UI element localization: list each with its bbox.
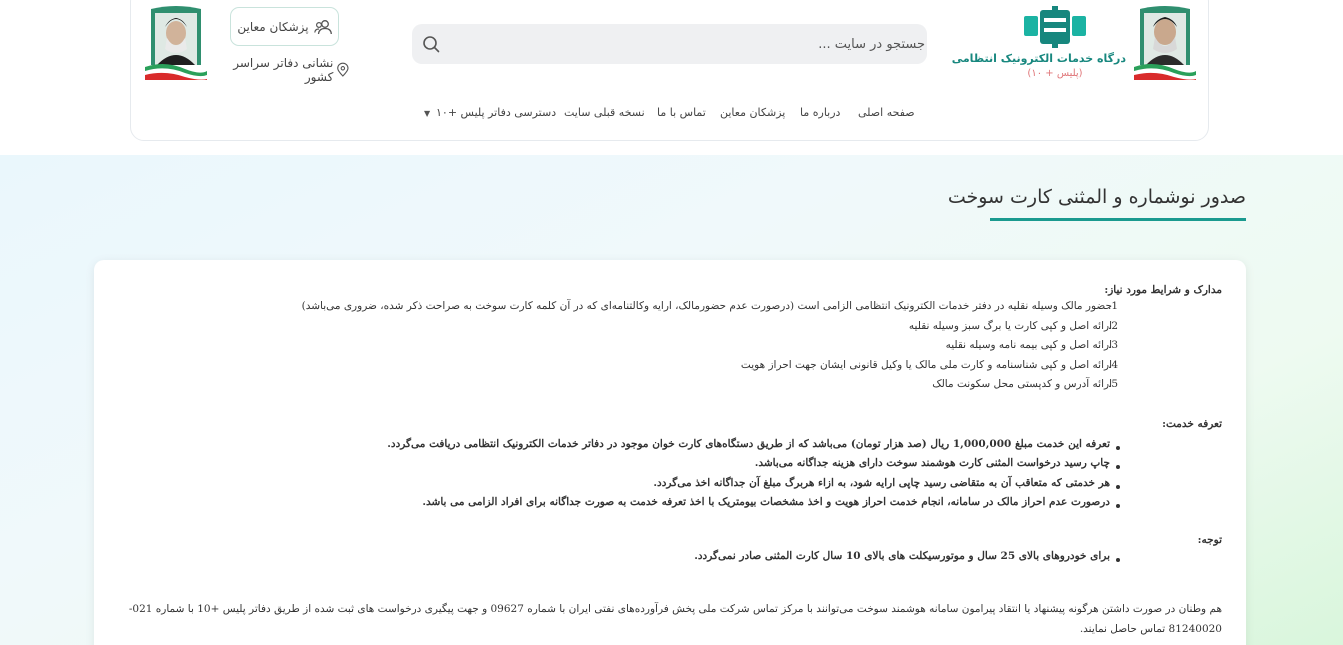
nav-about[interactable]: درباره ما [800,106,840,119]
tariff-section: تعرفه خدمت: تعرفه این خدمت مبلغ 1,000,00… [112,418,1222,516]
title-underline [990,218,1246,221]
location-pin-icon [337,62,349,77]
tariff-title: تعرفه خدمت: [1162,417,1222,430]
users-icon [313,19,332,34]
offices-link-label: نشانی دفاتر سراسر کشور [233,56,334,84]
list-item: درصورت عدم احراز مالک در سامانه، انجام خ… [112,496,1222,516]
search-bar [412,24,927,64]
list-item: 2. ارائه اصل و کپی کارت یا برگ سبز وسیله … [908,319,1118,332]
note-section: توجه: برای خودروهای بالای 25 سال و موتور… [112,534,1222,570]
brand-title: درگاه خدمات الکترونیک انتظامی [951,52,1126,65]
nav-old-site[interactable]: نسخه قبلی سایت [564,106,645,119]
list-item: چاپ رسید درخواست المثنی کارت هوشمند سوخت… [112,457,1222,477]
list-item: 3. ارائه اصل و کپی بیمه نامه وسیله نقلیه [945,339,1118,351]
brand-logo[interactable]: درگاه خدمات الکترونیک انتظامی (پلیس + ۱۰… [951,6,1126,90]
main-nav: صفحه اصلی درباره ما پزشکان معاین تماس با… [420,106,915,124]
note-title: توجه: [1197,533,1222,546]
caret-down-icon[interactable]: ▼ [424,109,430,118]
documents-list: 1. حضور مالک وسیله نقلیه در دفتر خدمات ال… [112,300,1222,398]
page-title: صدور نوشماره و المثنی کارت سوخت [947,186,1246,208]
nav-contact[interactable]: تماس با ما [657,106,706,119]
service-content: مدارک و شرایط مورد نیاز: 1. حضور مالک وسی… [112,284,1222,639]
documents-title: مدارک و شرایط مورد نیاز: [1104,284,1222,296]
leader-portrait-right [1134,5,1196,80]
list-item: 1. حضور مالک وسیله نقلیه در دفتر خدمات ال… [301,300,1118,312]
brand-subtitle: (پلیس + ۱۰) [1027,68,1083,79]
nav-doctors[interactable]: پزشکان معاین [720,106,785,119]
list-item: 4. ارائه اصل و کپی شناسنامه و کارت ملی ما… [740,358,1118,371]
list-item: هر خدمتی که متعاقب آن به متقاضی رسید چاپ… [112,477,1222,497]
offices-link[interactable]: نشانی دفاتر سراسر کشور [220,56,350,84]
list-item: برای خودروهای بالای 25 سال و موتورسیکلت … [112,550,1222,570]
content-card: مدارک و شرایط مورد نیاز: 1. حضور مالک وسی… [94,260,1246,645]
contact-paragraph: هم وطنان در صورت داشتن هرگونه پیشنهاد یا… [128,603,1222,635]
leader-portrait-left [145,5,207,80]
list-item: تعرفه این خدمت مبلغ 1,000,000 ریال (صد ه… [112,438,1222,458]
search-icon[interactable] [422,35,440,53]
nav-offices-access[interactable]: دسترسی دفاتر پلیس +۱۰ [436,106,556,119]
doctors-button-label: پزشکان معاین [237,19,309,34]
nav-home[interactable]: صفحه اصلی [858,106,915,119]
doctors-button[interactable]: پزشکان معاین [230,7,339,46]
police-emblem-icon [1024,6,1086,48]
note-list: برای خودروهای بالای 25 سال و موتورسیکلت … [112,550,1222,570]
search-input[interactable] [457,24,927,64]
list-item: 5. ارائه آدرس و کدپستی محل سکونت مالک [932,378,1118,390]
tariff-list: تعرفه این خدمت مبلغ 1,000,000 ریال (صد ه… [112,438,1222,516]
